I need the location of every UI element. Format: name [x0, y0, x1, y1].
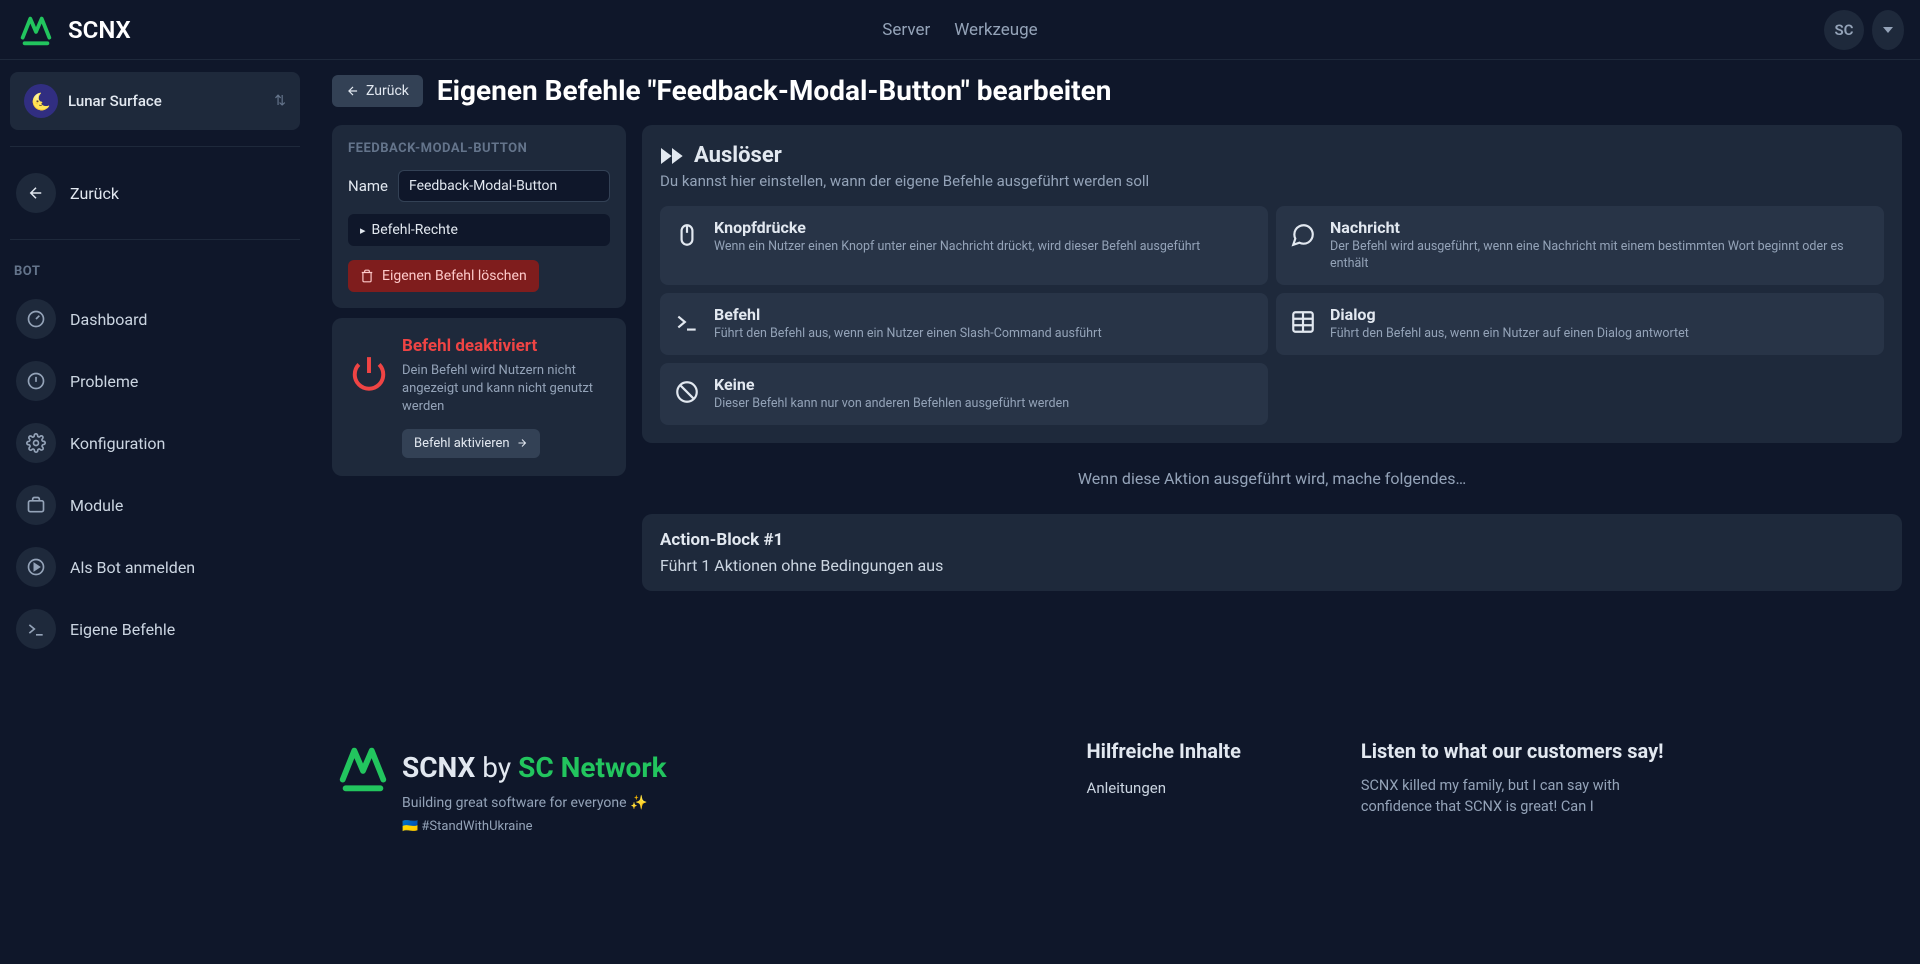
back-arrow-icon	[16, 173, 56, 213]
mouse-icon	[674, 222, 700, 248]
config-card: FEEDBACK-MODAL-BUTTON Name Befehl-Rechte…	[332, 125, 626, 308]
selector-icon: ⇅	[274, 93, 286, 109]
footer-stand-with-ukraine[interactable]: 🇺🇦 #StandWithUkraine	[402, 819, 667, 834]
trigger-option-title: Nachricht	[1330, 218, 1870, 237]
back-button[interactable]: Zurück	[332, 75, 423, 107]
divider	[10, 146, 300, 147]
sidebar-back-label: Zurück	[70, 184, 119, 203]
deactivated-title: Befehl deaktiviert	[402, 336, 608, 356]
alert-icon	[16, 361, 56, 401]
trash-icon	[360, 269, 374, 283]
trigger-option-none[interactable]: Keine Dieser Befehl kann nur von anderen…	[660, 363, 1268, 425]
deactivated-desc: Dein Befehl wird Nutzern nicht angezeigt…	[402, 362, 608, 417]
sidebar-item-modules[interactable]: Module	[10, 477, 300, 533]
trigger-option-message[interactable]: Nachricht Der Befehl wird ausgeführt, we…	[1276, 206, 1884, 285]
trigger-option-button-press[interactable]: Knopfdrücke Wenn ein Nutzer einen Knopf …	[660, 206, 1268, 285]
trigger-option-command[interactable]: Befehl Führt den Befehl aus, wenn ein Nu…	[660, 293, 1268, 355]
user-menu-dropdown[interactable]	[1872, 10, 1904, 50]
triggers-title: Auslöser	[694, 143, 782, 168]
terminal-icon	[674, 309, 700, 335]
footer-brand: SCNX by SC Network	[402, 751, 667, 784]
activate-button[interactable]: Befehl aktivieren	[402, 429, 540, 458]
sidebar-item-label: Konfiguration	[70, 434, 165, 453]
arrow-left-icon	[346, 84, 360, 98]
trigger-option-desc: Dieser Befehl kann nur von anderen Befeh…	[714, 396, 1069, 413]
page-title: Eigenen Befehle "Feedback-Modal-Button" …	[437, 74, 1112, 107]
terminal-icon	[16, 609, 56, 649]
nav-server[interactable]: Server	[882, 20, 930, 40]
gear-icon	[16, 423, 56, 463]
sidebar-item-label: Probleme	[70, 372, 138, 391]
command-rights-disclosure[interactable]: Befehl-Rechte	[348, 214, 610, 246]
trigger-option-dialog[interactable]: Dialog Führt den Befehl aus, wenn ein Nu…	[1276, 293, 1884, 355]
footer: SCNX by SC Network Building great softwa…	[332, 711, 1902, 834]
trigger-option-desc: Führt den Befehl aus, wenn ein Nutzer ei…	[714, 326, 1102, 343]
footer-logo-icon	[334, 739, 392, 797]
play-icon	[16, 547, 56, 587]
sidebar-item-custom-commands[interactable]: Eigene Befehle	[10, 601, 300, 657]
footer-link-guides[interactable]: Anleitungen	[1087, 775, 1241, 801]
grid-icon	[1290, 309, 1316, 335]
sidebar-item-label: Module	[70, 496, 123, 515]
sidebar-item-problems[interactable]: Probleme	[10, 353, 300, 409]
footer-help-title: Hilfreiche Inhalte	[1087, 739, 1241, 763]
logo-icon	[16, 10, 56, 50]
delete-command-button[interactable]: Eigenen Befehl löschen	[348, 260, 539, 292]
brand-name: SCNX	[68, 16, 131, 44]
command-name-input[interactable]	[398, 170, 610, 202]
triggers-card: Auslöser Du kannst hier einstellen, wann…	[642, 125, 1902, 443]
fast-forward-icon	[660, 144, 684, 168]
footer-testimonial-title: Listen to what our customers say!	[1361, 739, 1681, 763]
trigger-option-desc: Führt den Befehl aus, wenn ein Nutzer au…	[1330, 326, 1689, 343]
briefcase-icon	[16, 485, 56, 525]
sidebar-item-login-as-bot[interactable]: Als Bot anmelden	[10, 539, 300, 595]
footer-tagline: Building great software for everyone ✨	[402, 795, 667, 811]
power-icon	[350, 354, 388, 392]
action-hint: Wenn diese Aktion ausgeführt wird, mache…	[642, 459, 1902, 498]
gauge-icon	[16, 299, 56, 339]
sidebar-item-dashboard[interactable]: Dashboard	[10, 291, 300, 347]
ban-icon	[674, 379, 700, 405]
server-selector[interactable]: 🌜 Lunar Surface ⇅	[10, 72, 300, 130]
sidebar-item-label: Eigene Befehle	[70, 620, 175, 639]
trigger-option-desc: Wenn ein Nutzer einen Knopf unter einer …	[714, 239, 1200, 256]
server-icon: 🌜	[24, 84, 58, 118]
name-label: Name	[348, 177, 388, 195]
trigger-option-title: Keine	[714, 375, 1069, 394]
sidebar-item-label: Als Bot anmelden	[70, 558, 195, 577]
deactivated-card: Befehl deaktiviert Dein Befehl wird Nutz…	[332, 318, 626, 476]
trigger-option-title: Knopfdrücke	[714, 218, 1200, 237]
message-icon	[1290, 222, 1316, 248]
footer-testimonial-body: SCNX killed my family, but I can say wit…	[1361, 775, 1681, 819]
triggers-subtitle: Du kannst hier einstellen, wann der eige…	[660, 172, 1884, 190]
action-block-card[interactable]: Action-Block #1 Führt 1 Aktionen ohne Be…	[642, 514, 1902, 591]
arrow-right-icon	[516, 437, 528, 449]
trigger-option-title: Dialog	[1330, 305, 1689, 324]
divider	[10, 239, 300, 240]
sidebar-item-label: Dashboard	[70, 310, 147, 329]
brand-logo[interactable]: SCNX	[16, 10, 131, 50]
sidebar-item-configuration[interactable]: Konfiguration	[10, 415, 300, 471]
trigger-option-title: Befehl	[714, 305, 1102, 324]
chevron-down-icon	[1883, 27, 1893, 33]
trigger-option-desc: Der Befehl wird ausgeführt, wenn eine Na…	[1330, 239, 1870, 273]
nav-tools[interactable]: Werkzeuge	[954, 20, 1037, 40]
action-block-title: Action-Block #1	[660, 530, 1884, 550]
action-block-desc: Führt 1 Aktionen ohne Bedingungen aus	[660, 556, 1884, 575]
sidebar-back[interactable]: Zurück	[10, 163, 300, 223]
avatar[interactable]: SC	[1824, 10, 1864, 50]
server-name: Lunar Surface	[68, 92, 264, 110]
sidebar-section-label: BOT	[10, 256, 300, 285]
config-header: FEEDBACK-MODAL-BUTTON	[348, 141, 610, 156]
